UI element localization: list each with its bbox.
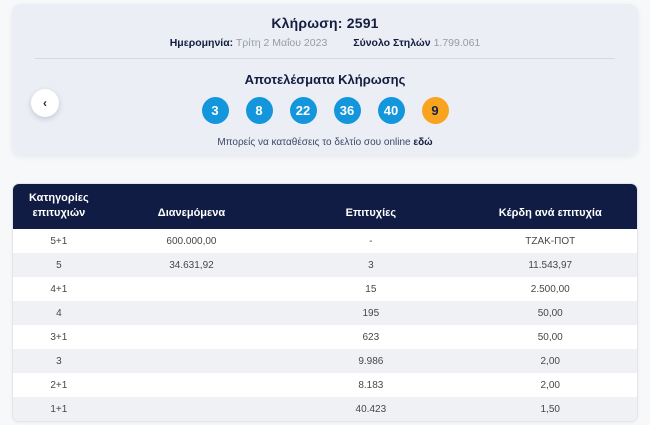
number-ball: 3 xyxy=(201,97,229,124)
col-header-prize: Κέρδη ανά επιτυχία xyxy=(498,207,602,220)
cell-category: 3+1 xyxy=(50,331,68,343)
cell-category: 1+1 xyxy=(50,403,68,415)
deposit-link[interactable]: εδώ xyxy=(413,137,432,148)
table-row: 1+1 40.423 1,50 xyxy=(13,397,637,421)
cell-category: 5 xyxy=(56,259,62,271)
draw-date: Ημερομηνία: Τρίτη 2 Μαΐου 2023 xyxy=(170,37,328,49)
columns-label: Σύνολο Στηλών xyxy=(353,37,431,49)
cell-prize: 1,50 xyxy=(540,403,560,415)
table-row: 3 9.986 2,00 xyxy=(13,349,637,373)
number-ball: 8 xyxy=(245,97,273,124)
table-row: 4+1 15 2.500,00 xyxy=(13,277,637,301)
cell-prize: 2,00 xyxy=(540,379,560,391)
previous-draw-button[interactable]: ‹ xyxy=(31,89,59,117)
number-ball: 22 xyxy=(289,97,317,124)
cell-category: 4 xyxy=(56,307,62,319)
cell-category: 3 xyxy=(56,355,62,367)
number-ball: 40 xyxy=(377,97,405,124)
columns-value: 1.799.061 xyxy=(433,37,481,49)
cell-winners: 3 xyxy=(368,259,374,271)
cell-winners: 40.423 xyxy=(355,403,387,415)
table-header-row: Κατηγορίες επιτυχιών Διανεμόμενα Επιτυχί… xyxy=(13,184,637,229)
col-header-winners: Επιτυχίες xyxy=(345,207,397,220)
cell-prize: 2,00 xyxy=(540,355,560,367)
date-label: Ημερομηνία: xyxy=(169,37,234,49)
total-columns: Σύνολο Στηλών 1.799.061 xyxy=(353,37,480,49)
cell-prize: 2.500,00 xyxy=(530,283,570,295)
bonus-number-ball: 9 xyxy=(421,97,449,124)
cell-winners: - xyxy=(369,235,373,247)
cell-winners: 623 xyxy=(362,331,380,343)
cell-category: 5+1 xyxy=(50,235,68,247)
cell-winners: 15 xyxy=(365,283,377,295)
table-row: 2+1 8.183 2,00 xyxy=(13,373,637,397)
cell-category: 4+1 xyxy=(50,283,68,295)
table-row: 5 34.631,92 3 11.543,97 xyxy=(13,253,637,277)
col-header-categories: Κατηγορίες επιτυχιών xyxy=(28,192,89,220)
results-table: Κατηγορίες επιτυχιών Διανεμόμενα Επιτυχί… xyxy=(12,183,638,422)
cell-prize: 50,00 xyxy=(537,331,563,343)
draw-card: Κλήρωση: 2591 Ημερομηνία: Τρίτη 2 Μαΐου … xyxy=(12,4,638,155)
deposit-text: Μπορείς να καταθέσεις το δελτίο σου onli… xyxy=(217,137,411,148)
table-row: 3+1 623 50,00 xyxy=(13,325,637,349)
table-row: 4 195 50,00 xyxy=(13,301,637,325)
winning-numbers: 3 8 22 36 40 9 xyxy=(12,97,638,124)
deposit-line: Μπορείς να καταθέσεις το δελτίο σου onli… xyxy=(12,137,638,148)
draw-header: Κλήρωση: 2591 Ημερομηνία: Τρίτη 2 Μαΐου … xyxy=(12,4,638,49)
cell-prize: 50,00 xyxy=(537,307,563,319)
table-body: 5+1 600.000,00 - ΤΖΑΚ-ΠΟΤ 5 34.631,92 3 … xyxy=(13,229,637,421)
cell-distributed: 34.631,92 xyxy=(169,259,214,271)
cell-prize: 11.543,97 xyxy=(528,259,573,271)
draw-title: Κλήρωση: 2591 xyxy=(271,15,379,31)
draw-meta: Ημερομηνία: Τρίτη 2 Μαΐου 2023 Σύνολο Στη… xyxy=(12,37,638,49)
chevron-left-icon: ‹ xyxy=(43,96,47,110)
cell-distributed: 600.000,00 xyxy=(166,235,217,247)
number-ball: 36 xyxy=(333,97,361,124)
cell-category: 2+1 xyxy=(50,379,68,391)
cell-prize: ΤΖΑΚ-ΠΟΤ xyxy=(525,235,576,247)
results-title: Αποτελέσματα Κλήρωσης xyxy=(244,72,406,87)
col-header-distributed: Διανεμόμενα xyxy=(157,207,226,220)
table-row: 5+1 600.000,00 - ΤΖΑΚ-ΠΟΤ xyxy=(13,229,637,253)
cell-winners: 8.183 xyxy=(358,379,384,391)
date-value: Τρίτη 2 Μαΐου 2023 xyxy=(235,37,328,49)
cell-winners: 195 xyxy=(362,307,380,319)
header-divider xyxy=(35,58,615,59)
cell-winners: 9.986 xyxy=(358,355,384,367)
